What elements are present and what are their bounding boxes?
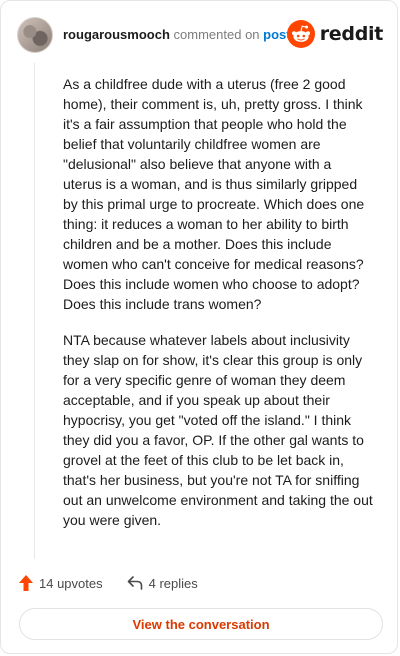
thread-line — [34, 63, 35, 559]
brand-name: reddit — [319, 23, 384, 45]
comment-body: As a childfree dude with a uterus (free … — [63, 74, 373, 546]
comment-card: rougarousmooch commented on post reddit … — [0, 0, 398, 654]
comment-paragraph-1: As a childfree dude with a uterus (free … — [63, 76, 365, 312]
username[interactable]: rougarousmooch — [63, 27, 170, 42]
view-conversation-button[interactable]: View the conversation — [19, 608, 383, 640]
upvote-arrow-icon — [19, 575, 33, 591]
upvote-count: 14 upvotes — [39, 575, 103, 591]
comment-header: rougarousmooch commented on post reddit — [17, 15, 383, 55]
reply-arrow-icon — [127, 576, 142, 590]
comment-paragraph-2: NTA because whatever labels about inclus… — [63, 332, 373, 528]
comment-actions: 14 upvotes 4 replies — [19, 573, 222, 593]
view-conversation-label: View the conversation — [132, 616, 270, 632]
reply-count: 4 replies — [148, 575, 198, 591]
upvote-button[interactable]: 14 upvotes — [19, 575, 103, 591]
reddit-alien-icon — [286, 20, 315, 48]
reply-button[interactable]: 4 replies — [127, 576, 198, 591]
reddit-logo[interactable]: reddit — [286, 19, 384, 49]
action-text: commented on — [173, 27, 260, 42]
comment-headline: rougarousmooch commented on post — [63, 27, 291, 42]
avatar[interactable] — [17, 17, 53, 53]
